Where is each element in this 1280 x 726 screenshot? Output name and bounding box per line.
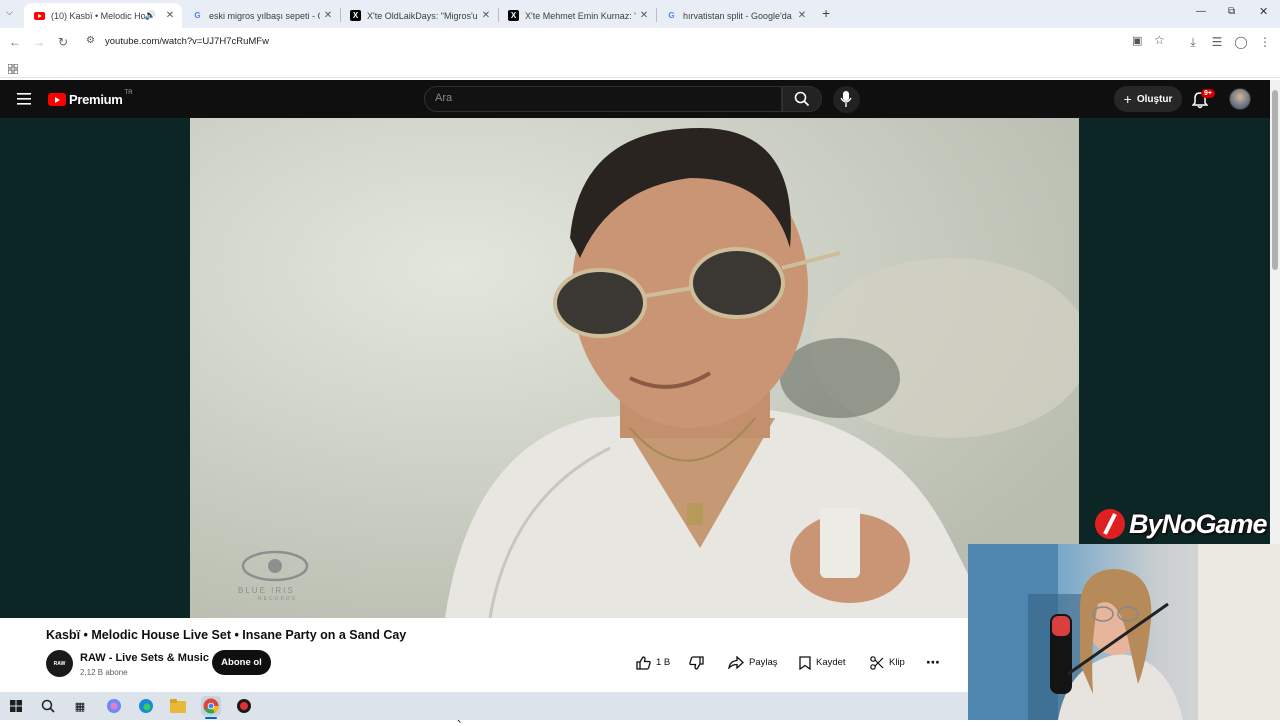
video-player[interactable]: BLUE IRIS RECORDS [0,118,1270,618]
more-actions-button[interactable]: ⋯ [926,650,940,675]
tab-title: (10) Kasbï • Melodic House [51,10,145,21]
media-control-icon[interactable]: ☰ [1206,28,1228,56]
scissors-icon [870,655,884,670]
youtube-header: Premium TR + Oluştur 9+ [0,80,1270,118]
search-icon [794,91,810,107]
tab-youtube[interactable]: (10) Kasbï • Melodic House 🔊 ✕ [24,3,182,28]
close-window-button[interactable]: ✕ [1259,5,1268,18]
clip-button[interactable]: Klip [870,650,905,675]
watermark-sub: RECORDS [258,596,298,602]
browser-toolbar: ← → ↻ ⚙ youtube.com/watch?v=UJ7H7cRuMFw … [0,28,1280,56]
tab-title: eski migros yılbaşı sepeti - Goo [209,10,320,21]
google-icon: G [194,11,201,20]
video-frame[interactable]: BLUE IRIS RECORDS [190,118,1079,618]
tab-google-migros[interactable]: G eski migros yılbaşı sepeti - Goo ✕ [182,3,340,28]
channel-avatar[interactable]: RAW [46,650,73,677]
windows-taskbar: ▦ [0,692,968,720]
google-icon: G [668,11,675,20]
reload-icon[interactable]: ↻ [52,28,74,56]
channel-name[interactable]: RAW - Live Sets & Music [80,652,209,664]
more-horizontal-icon: ⋯ [926,654,940,670]
bynogame-logo-icon [1095,509,1125,539]
x-icon: X [508,10,519,21]
downloads-icon[interactable]: ⤓ [1182,28,1204,56]
tab-title: X'te OldLaikDays: "Migros'un 20 [367,10,478,21]
tab-x-oldlaikdays[interactable]: X X'te OldLaikDays: "Migros'un 20 ✕ [340,3,498,28]
share-icon [728,656,744,669]
voice-search-button[interactable] [833,86,860,113]
dislike-button[interactable] [689,650,704,675]
tab-strip: ⌵ (10) Kasbï • Melodic House 🔊 ✕ G eski … [0,0,1280,28]
subscribe-button[interactable]: Abone ol [212,650,271,675]
youtube-premium-logo[interactable]: Premium TR [48,90,133,107]
youtube-play-icon [48,93,66,106]
close-tab-icon[interactable]: ✕ [320,10,336,21]
notification-badge: 9+ [1201,89,1215,98]
restore-button[interactable]: ⧉ [1228,6,1235,17]
search-input[interactable] [435,92,755,104]
create-button[interactable]: + Oluştur [1114,86,1182,112]
x-icon: X [350,10,361,21]
back-icon[interactable]: ← [4,28,26,56]
sponsor-brand-text: ByNoGame [1129,508,1268,539]
address-bar[interactable]: ⚙ youtube.com/watch?v=UJ7H7cRuMFw ▣ ☆ [80,31,1180,53]
active-app-indicator [205,717,217,719]
close-tab-icon[interactable]: ✕ [478,10,494,21]
scrollbar-thumb[interactable] [1272,90,1278,270]
minimize-button[interactable]: — [1196,6,1206,17]
search-icon[interactable] [38,696,58,716]
close-tab-icon[interactable]: ✕ [162,10,178,21]
hamburger-menu-icon[interactable] [17,92,31,110]
bookmark-icon [799,655,811,670]
edge-icon[interactable] [136,696,156,716]
user-avatar[interactable] [1229,88,1251,110]
url-text[interactable]: youtube.com/watch?v=UJ7H7cRuMFw [105,36,269,47]
webcam-image [968,544,1280,720]
video-still-image [190,118,1079,618]
thumbs-down-icon [689,655,704,670]
webcam-overlay [968,544,1280,720]
copilot-icon[interactable] [104,696,124,716]
apps-grid-icon[interactable] [7,61,19,79]
tab-x-mehmet[interactable]: X X'te Mehmet Emin Kurnaz: "20' ✕ [498,3,656,28]
watermark-brand: BLUE IRIS [238,586,295,595]
file-explorer-icon[interactable] [168,696,188,716]
share-button[interactable]: Paylaş [728,650,778,675]
save-button[interactable]: Kaydet [799,650,846,675]
task-view-icon[interactable]: ▦ [70,696,90,716]
profile-icon[interactable]: ◯ [1230,28,1252,56]
youtube-icon [34,10,45,21]
site-info-icon[interactable]: ⚙ [86,35,95,46]
microphone-icon [840,91,852,107]
subscriber-count: 2,12 B abone [80,668,128,677]
speaker-icon[interactable]: 🔊 [145,10,156,21]
tab-title: X'te Mehmet Emin Kurnaz: "20' [525,10,636,21]
tab-search-chevron-icon[interactable]: ⌵ [6,7,13,18]
video-title: Kasbï • Melodic House Live Set • Insane … [46,628,407,642]
plus-icon: + [1123,91,1132,107]
close-tab-icon[interactable]: ✕ [794,10,810,21]
thumbs-up-icon [636,655,651,670]
bookmark-star-icon[interactable]: ☆ [1154,33,1165,47]
chrome-icon[interactable] [201,696,221,716]
sponsor-overlay: ByNoGame [1095,504,1280,544]
close-tab-icon[interactable]: ✕ [636,10,652,21]
forward-icon[interactable]: → [28,28,50,56]
search-box [424,86,782,112]
tab-title: hırvatistan split - Google'da Ara [683,10,794,21]
bookmarks-bar [0,56,1280,78]
search-button[interactable] [782,86,822,112]
install-app-icon[interactable]: ▣ [1132,34,1142,47]
windows-start-icon[interactable] [6,696,26,716]
tab-google-hirvatistan[interactable]: G hırvatistan split - Google'da Ara ✕ [656,3,814,28]
new-tab-button[interactable]: + [822,5,830,21]
menu-kebab-icon[interactable]: ⋮ [1254,28,1276,56]
app-icon[interactable] [234,696,254,716]
like-button[interactable]: 1 B [636,650,670,675]
